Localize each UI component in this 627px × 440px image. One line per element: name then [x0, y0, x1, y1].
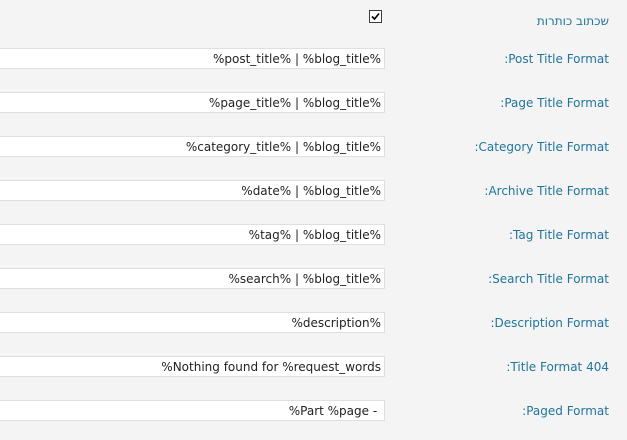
paged-format-row: Paged Format: [0, 396, 627, 440]
tag-title-format-input[interactable] [0, 224, 385, 245]
category-title-format-label: Category Title Format: [474, 140, 610, 154]
search-title-format-label: Search Title Format: [488, 272, 609, 286]
description-format-input[interactable] [0, 312, 385, 333]
tag-title-format-row: Tag Title Format: [0, 220, 627, 264]
category-title-format-input[interactable] [0, 136, 385, 157]
paged-format-input[interactable] [0, 400, 385, 421]
archive-title-format-label: Archive Title Format: [484, 184, 609, 198]
checkmark-icon [371, 12, 380, 21]
post-title-format-input[interactable] [0, 48, 385, 69]
rewrite-titles-label: שכתוב כותרות [536, 14, 609, 28]
rewrite-titles-checkbox[interactable] [369, 10, 382, 23]
tag-title-format-label: Tag Title Format: [509, 228, 609, 242]
post-title-format-row: Post Title Format: [0, 44, 627, 88]
archive-title-format-input[interactable] [0, 180, 385, 201]
archive-title-format-row: Archive Title Format: [0, 176, 627, 220]
category-title-format-row: Category Title Format: [0, 132, 627, 176]
page-title-format-row: Page Title Format: [0, 88, 627, 132]
search-title-format-row: Search Title Format: [0, 264, 627, 308]
404-title-format-label: 404 Title Format: [506, 360, 609, 374]
page-title-format-label: Page Title Format: [500, 96, 609, 110]
paged-format-label: Paged Format: [522, 404, 609, 418]
rewrite-titles-row: שכתוב כותרות [0, 0, 627, 44]
description-format-row: Description Format: [0, 308, 627, 352]
page-title-format-input[interactable] [0, 92, 385, 113]
404-title-format-row: 404 Title Format: [0, 352, 627, 396]
description-format-label: Description Format: [490, 316, 610, 330]
search-title-format-input[interactable] [0, 268, 385, 289]
404-title-format-input[interactable] [0, 356, 385, 377]
post-title-format-label: Post Title Format: [504, 52, 609, 66]
